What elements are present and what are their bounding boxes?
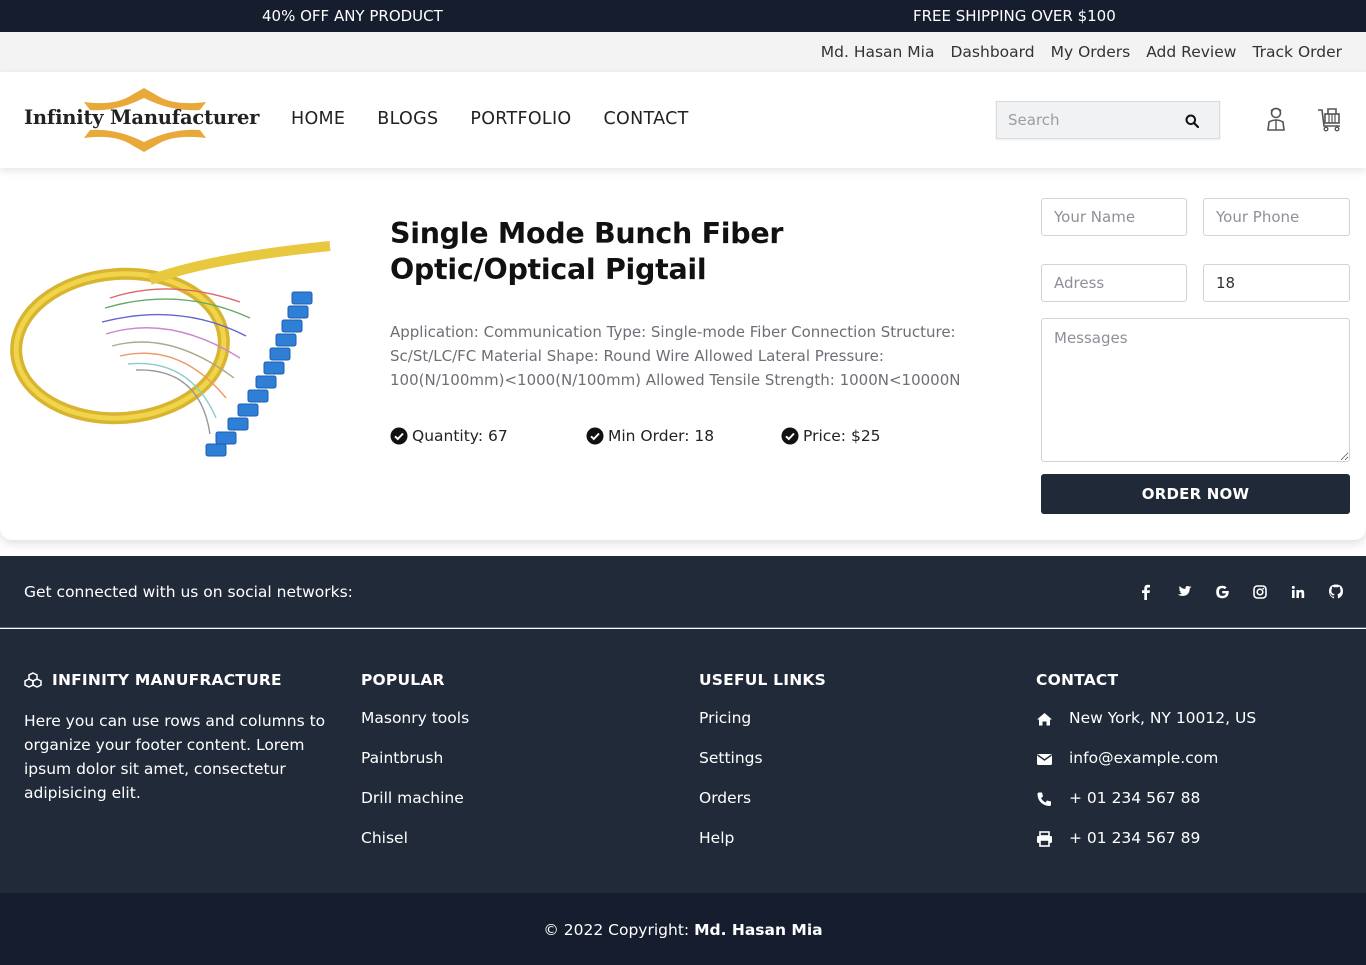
instagram-icon[interactable] — [1252, 583, 1268, 601]
user-name-link[interactable]: Md. Hasan Mia — [821, 43, 935, 61]
min-order-stat: Min Order: 18 — [586, 427, 714, 445]
phone-field[interactable] — [1203, 198, 1350, 236]
contact-email: info@example.com — [1069, 749, 1219, 767]
quantity-field[interactable] — [1203, 264, 1350, 302]
phone-icon — [1037, 792, 1051, 806]
contact-address: New York, NY 10012, US — [1069, 709, 1257, 727]
footer-link-orders[interactable]: Orders — [699, 789, 826, 829]
search-box — [996, 101, 1220, 139]
envelope-icon — [1037, 754, 1052, 765]
footer-link-masonry-tools[interactable]: Masonry tools — [361, 709, 469, 749]
main-nav: HOME BLOGS PORTFOLIO CONTACT — [291, 109, 689, 129]
promo-shipping: FREE SHIPPING OVER $100 — [913, 7, 1116, 25]
copyright-prefix: © 2022 Copyright: — [543, 921, 690, 939]
address-field[interactable] — [1041, 264, 1187, 302]
check-circle-icon — [390, 427, 408, 445]
nav-blogs[interactable]: BLOGS — [377, 109, 438, 129]
name-field[interactable] — [1041, 198, 1187, 236]
copyright-text: © 2022 Copyright: Md. Hasan Mia — [543, 921, 822, 939]
github-icon[interactable] — [1328, 583, 1344, 601]
footer-link-pricing[interactable]: Pricing — [699, 709, 826, 749]
product-section: Single Mode Bunch Fiber Optic/Optical Pi… — [0, 168, 1366, 540]
site-logo[interactable]: Infinity Manufacturer — [22, 86, 262, 154]
footer-popular-heading: POPULAR — [361, 671, 445, 689]
footer-contact-heading: CONTACT — [1036, 671, 1119, 689]
footer-contact-column: CONTACT New York, NY 10012, US info@exam… — [1036, 671, 1256, 869]
footer-about-text: Here you can use rows and columns to org… — [24, 712, 326, 802]
copyright-owner[interactable]: Md. Hasan Mia — [694, 921, 823, 939]
messages-field[interactable] — [1041, 318, 1350, 462]
home-icon — [1037, 713, 1052, 726]
add-review-link[interactable]: Add Review — [1146, 43, 1236, 61]
footer-brand-text: INFINITY MANUFRACTURE — [52, 671, 282, 689]
site-footer: INFINITY MANUFRACTURE Here you can use r… — [0, 629, 1366, 893]
site-header: Infinity Manufacturer HOME BLOGS PORTFOL… — [0, 72, 1366, 168]
social-text: Get connected with us on social networks… — [24, 583, 353, 601]
footer-useful-column: USEFUL LINKS Pricing Settings Orders Hel… — [699, 671, 826, 869]
my-orders-link[interactable]: My Orders — [1051, 43, 1131, 61]
contact-phone: + 01 234 567 88 — [1069, 789, 1201, 807]
footer-link-drill-machine[interactable]: Drill machine — [361, 789, 469, 829]
nav-home[interactable]: HOME — [291, 109, 345, 129]
user-links: Md. Hasan Mia Dashboard My Orders Add Re… — [821, 43, 1342, 61]
footer-popular-column: POPULAR Masonry tools Paintbrush Drill m… — [361, 671, 469, 869]
social-icons — [1138, 583, 1344, 601]
footer-brand-heading: INFINITY MANUFRACTURE — [24, 671, 334, 689]
promo-bar: 40% OFF ANY PRODUCT FREE SHIPPING OVER $… — [0, 0, 1366, 32]
google-icon[interactable] — [1214, 583, 1230, 601]
social-strip: Get connected with us on social networks… — [0, 556, 1366, 628]
contact-fax-row: + 01 234 567 89 — [1036, 829, 1256, 869]
cart-icon[interactable] — [1317, 106, 1343, 136]
footer-link-chisel[interactable]: Chisel — [361, 829, 469, 869]
footer-link-paintbrush[interactable]: Paintbrush — [361, 749, 469, 789]
check-circle-icon — [586, 427, 604, 445]
copyright-bar: © 2022 Copyright: Md. Hasan Mia — [0, 893, 1366, 965]
footer-about-column: INFINITY MANUFRACTURE Here you can use r… — [24, 671, 334, 805]
print-icon — [1037, 831, 1052, 847]
order-now-button[interactable]: ORDER NOW — [1041, 474, 1350, 514]
logo-text: Infinity Manufacturer — [24, 106, 260, 129]
user-icon[interactable] — [1266, 106, 1286, 136]
contact-address-row: New York, NY 10012, US — [1036, 709, 1256, 749]
footer-link-help[interactable]: Help — [699, 829, 826, 869]
twitter-icon[interactable] — [1176, 583, 1192, 601]
nav-portfolio[interactable]: PORTFOLIO — [470, 109, 571, 129]
user-bar: Md. Hasan Mia Dashboard My Orders Add Re… — [0, 32, 1366, 72]
check-circle-icon — [781, 427, 799, 445]
product-description: Application: Communication Type: Single-… — [390, 323, 961, 389]
promo-discount: 40% OFF ANY PRODUCT — [262, 7, 443, 25]
contact-fax: + 01 234 567 89 — [1069, 829, 1201, 847]
contact-email-row: info@example.com — [1036, 749, 1256, 789]
price-stat: Price: $25 — [781, 427, 881, 445]
quantity-stat: Quantity: 67 — [390, 427, 508, 445]
search-input[interactable] — [997, 102, 1177, 138]
nav-contact[interactable]: CONTACT — [604, 109, 689, 129]
search-icon[interactable] — [1185, 113, 1200, 129]
product-title: Single Mode Bunch Fiber Optic/Optical Pi… — [390, 217, 784, 286]
linkedin-icon[interactable] — [1290, 583, 1306, 601]
quantity-text: Quantity: 67 — [412, 427, 508, 445]
product-image — [10, 238, 340, 468]
contact-phone-row: + 01 234 567 88 — [1036, 789, 1256, 829]
footer-useful-heading: USEFUL LINKS — [699, 671, 826, 689]
min-order-text: Min Order: 18 — [608, 427, 715, 445]
facebook-icon[interactable] — [1138, 583, 1154, 601]
dashboard-link[interactable]: Dashboard — [951, 43, 1035, 61]
cubes-icon — [24, 672, 42, 688]
footer-link-settings[interactable]: Settings — [699, 749, 826, 789]
track-order-link[interactable]: Track Order — [1252, 43, 1342, 61]
price-text: Price: $25 — [803, 427, 881, 445]
